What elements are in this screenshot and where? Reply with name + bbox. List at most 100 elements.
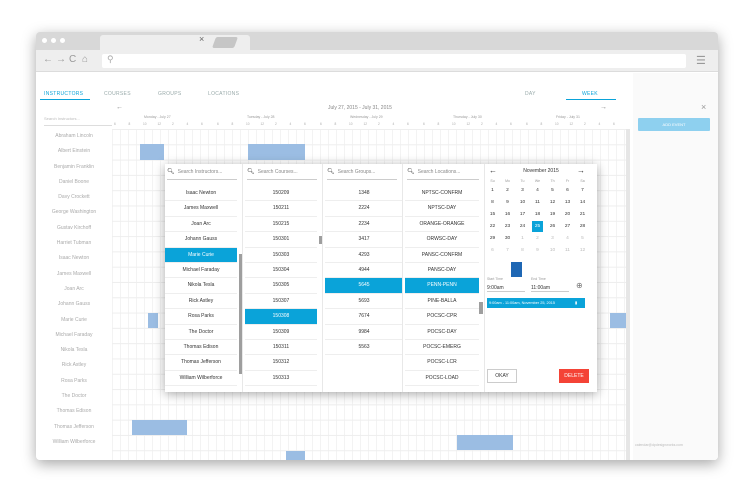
tab-instructors[interactable]: INSTRUCTORS <box>44 91 83 97</box>
tab-courses[interactable]: COURSES <box>104 91 131 97</box>
calendar-day[interactable]: 22 <box>487 221 498 232</box>
instructor-row[interactable]: Marie Curie <box>36 313 112 328</box>
list-item[interactable]: William Wilberforce <box>165 371 237 387</box>
list-item[interactable]: 150313 <box>245 371 317 387</box>
instructor-row[interactable]: Gustav Kirchoff <box>36 221 112 236</box>
calendar-day[interactable]: 14 <box>577 197 588 208</box>
list-item[interactable]: 3417 <box>325 232 402 248</box>
instructor-row[interactable]: Joan Arc <box>36 282 112 297</box>
list-item[interactable]: ORWSC-DAY <box>405 232 479 248</box>
event-block[interactable] <box>610 313 626 328</box>
calendar-day[interactable]: 9 <box>532 245 543 256</box>
list-item[interactable]: 2234 <box>325 217 402 233</box>
list-item[interactable]: 150312 <box>245 355 317 371</box>
back-icon[interactable]: ← <box>43 54 53 65</box>
calendar-day[interactable]: 9 <box>502 197 513 208</box>
calendar-day[interactable]: 24 <box>517 221 528 232</box>
list-item[interactable]: 150305 <box>245 278 317 294</box>
groups-search-input[interactable]: 🔍︎ Search Groups... <box>327 168 397 180</box>
trash-icon[interactable]: ▮ <box>575 298 577 308</box>
list-item[interactable]: 5563 <box>325 340 402 356</box>
list-item[interactable]: 150209 <box>245 186 317 202</box>
calendar-day[interactable]: 3 <box>517 185 528 196</box>
instructor-row[interactable]: Daniel Boone <box>36 175 112 190</box>
list-item[interactable]: PINE-BALLA <box>405 294 479 310</box>
list-item[interactable]: 7674 <box>325 309 402 325</box>
calendar-day[interactable]: 1 <box>517 233 528 244</box>
event-block[interactable] <box>140 144 164 160</box>
calendar-day[interactable]: 4 <box>562 233 573 244</box>
close-window-dot[interactable] <box>42 38 47 43</box>
window-controls[interactable] <box>42 38 65 43</box>
list-item[interactable]: 150211 <box>245 201 317 217</box>
home-icon[interactable]: ⌂ <box>82 54 88 65</box>
list-item[interactable]: NPTSC-DAY <box>405 201 479 217</box>
list-item[interactable]: 150304 <box>245 263 317 279</box>
list-item[interactable]: James Maxwell <box>165 201 237 217</box>
calendar-day[interactable]: 8 <box>487 197 498 208</box>
calendar-day[interactable]: 10 <box>517 197 528 208</box>
instructor-row[interactable]: James Maxwell <box>36 267 112 282</box>
forward-icon[interactable]: → <box>56 54 66 65</box>
list-item[interactable]: 5645 <box>325 278 402 294</box>
calendar-day[interactable]: 25 <box>532 221 543 232</box>
instructor-row[interactable]: Isaac Newton <box>36 251 112 266</box>
start-time-input[interactable]: 9:00am <box>487 285 525 292</box>
calendar-day[interactable]: 6 <box>562 185 573 196</box>
courses-search-input[interactable]: 🔍︎ Search Courses... <box>247 168 317 180</box>
locations-scrollbar[interactable] <box>479 302 483 314</box>
next-month-icon[interactable]: → <box>577 166 585 175</box>
list-item[interactable]: POCSC-DAY <box>405 325 479 340</box>
instructors-scrollbar[interactable] <box>239 254 242 374</box>
calendar-day[interactable]: 5 <box>547 185 558 196</box>
list-item[interactable]: POCSC-EMERG <box>405 340 479 356</box>
event-block[interactable] <box>286 451 305 460</box>
list-item[interactable]: Rosa Parks <box>165 309 237 325</box>
instructor-row[interactable]: William Wilberforce <box>36 435 112 450</box>
instructor-row[interactable]: George Washington <box>36 205 112 220</box>
calendar-day[interactable]: 12 <box>547 197 558 208</box>
calendar-day[interactable]: 20 <box>562 209 573 220</box>
instructor-row[interactable]: Nikola Tesla <box>36 343 112 358</box>
tab-day[interactable]: DAY <box>525 91 536 97</box>
list-item[interactable]: 2224 <box>325 201 402 217</box>
calendar-day[interactable]: 17 <box>517 209 528 220</box>
list-item[interactable]: Nikola Tesla <box>165 278 237 294</box>
calendar-day[interactable]: 7 <box>577 185 588 196</box>
list-item[interactable]: Johann Gauss <box>165 232 237 248</box>
list-item[interactable]: The Doctor <box>165 325 237 340</box>
list-item[interactable]: Thomas Edison <box>165 340 237 356</box>
okay-button[interactable]: OKAY <box>487 369 517 383</box>
list-item[interactable]: 1348 <box>325 186 402 202</box>
list-item[interactable]: POCSC-CPR <box>405 309 479 325</box>
list-item[interactable]: POCSC-LOAD <box>405 371 479 387</box>
instructor-search-input[interactable]: Search Instructors... <box>44 116 112 126</box>
calendar-day[interactable]: 11 <box>532 197 543 208</box>
selected-event-chip[interactable]: 9:00am - 11:00am, November 25, 2015 ▮ <box>487 298 585 308</box>
instructor-row[interactable]: Rick Astley <box>36 358 112 373</box>
instructor-row[interactable]: Albert Einstein <box>36 144 112 159</box>
list-item[interactable]: 150308 <box>245 309 317 325</box>
calendar-day[interactable]: 2 <box>502 185 513 196</box>
instructor-row[interactable]: Davy Crockett <box>36 190 112 205</box>
calendar-day[interactable]: 18 <box>532 209 543 220</box>
list-item[interactable]: Rick Astley <box>165 294 237 310</box>
end-time-input[interactable]: 11:00am <box>531 285 569 292</box>
calendar-day[interactable]: 7 <box>502 245 513 256</box>
list-item[interactable]: 150311 <box>245 340 317 356</box>
list-item[interactable]: PANSC-DAY <box>405 263 479 279</box>
address-bar[interactable]: ⚲ <box>102 54 686 68</box>
list-item[interactable]: 150309 <box>245 325 317 340</box>
menu-icon[interactable]: ☰ <box>696 54 706 67</box>
instructor-row[interactable]: Thomas Edison <box>36 404 112 419</box>
calendar-day[interactable]: 19 <box>547 209 558 220</box>
list-item[interactable]: 150307 <box>245 294 317 310</box>
event-block[interactable] <box>148 313 158 328</box>
maximize-window-dot[interactable] <box>60 38 65 43</box>
instructor-row[interactable]: Harriet Tubman <box>36 236 112 251</box>
list-item[interactable]: 4293 <box>325 248 402 263</box>
calendar-day[interactable]: 8 <box>517 245 528 256</box>
calendar-day[interactable]: 26 <box>547 221 558 232</box>
list-item[interactable]: 150215 <box>245 217 317 233</box>
calendar-day[interactable]: 10 <box>547 245 558 256</box>
